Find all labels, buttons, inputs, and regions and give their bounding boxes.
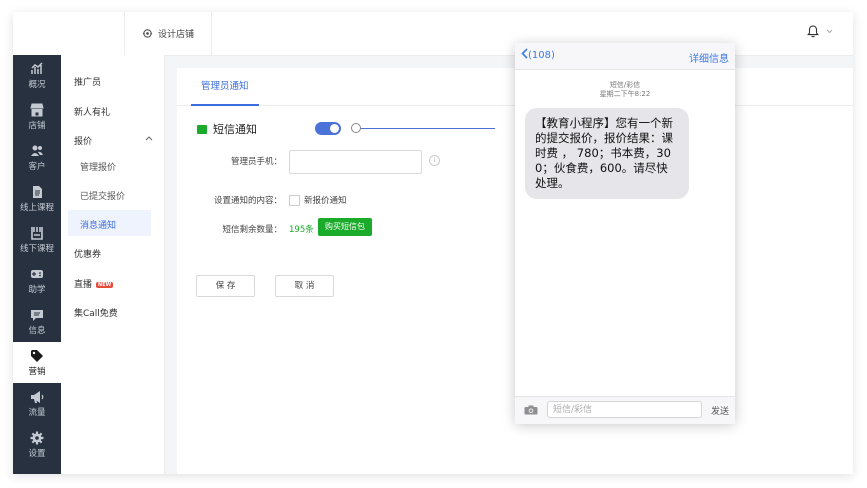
nav-label: 设置 <box>28 448 46 459</box>
meta-type: 短信/彩信 <box>609 81 641 89</box>
new-quote-checkbox[interactable] <box>289 195 300 206</box>
save-button[interactable]: 保 存 <box>196 275 255 297</box>
store-label: 设计店铺 <box>157 30 194 40</box>
subnav-item-submitted-quote[interactable]: 已提交报价 <box>80 189 125 202</box>
message-meta: 短信/彩信 星期二下午8:22 <box>515 81 735 99</box>
remaining-count: 195条 <box>289 225 314 235</box>
design-store-icon <box>142 29 153 38</box>
marketing-subnav: 推广员 新人有礼 报价 管理报价 已提交报价 消息通知 优惠券 直播 NEW 集C… <box>61 55 165 474</box>
nav-item-settings[interactable]: 设置 <box>13 424 61 465</box>
nav-label: 概况 <box>28 79 46 90</box>
nav-item-marketing[interactable]: 营销 <box>13 342 61 383</box>
nav-label: 店铺 <box>28 120 46 131</box>
phone-label: 管理员手机： <box>230 157 282 167</box>
nav-label: 线下课程 <box>19 243 54 254</box>
nav-item-study-help[interactable]: 助学 <box>13 260 61 301</box>
subnav-item-new-gift[interactable]: 新人有礼 <box>74 105 110 118</box>
gamepad-icon <box>31 269 43 278</box>
slider-track <box>359 128 495 129</box>
buy-sms-button[interactable]: 购买短信包 <box>318 218 372 236</box>
sms-preview-phone: (108) 详细信息 短信/彩信 星期二下午8:22 【教育小程序】您有一个新的… <box>515 43 735 424</box>
subnav-item-message-notice[interactable]: 消息通知 <box>80 218 116 231</box>
main-nav: 概况 店铺 客户 线上课程 线下课程 助学 信息 营销 流量 设置 <box>13 55 61 474</box>
megaphone-icon <box>31 390 44 403</box>
offline-course-icon <box>31 226 43 240</box>
gear-icon <box>30 431 44 444</box>
nav-item-customers[interactable]: 客户 <box>13 137 61 178</box>
nav-item-message[interactable]: 信息 <box>13 301 61 342</box>
slider-knob[interactable] <box>351 123 361 133</box>
customers-icon <box>31 145 43 156</box>
new-quote-label: 新报价通知 <box>304 196 347 206</box>
send-button[interactable]: 发送 <box>711 404 729 417</box>
phone-footer: 短信/彩信 发送 <box>515 396 735 424</box>
bell-icon <box>807 25 819 38</box>
sms-icon <box>197 124 207 134</box>
sms-title-label: 短信通知 <box>213 123 257 136</box>
cancel-button[interactable]: 取 消 <box>275 275 334 297</box>
sms-compose-input[interactable]: 短信/彩信 <box>547 401 702 418</box>
nav-label: 流量 <box>28 407 46 418</box>
nav-label: 客户 <box>28 161 46 172</box>
meta-time: 星期二下午8:22 <box>599 90 651 98</box>
notify-content-label: 设置通知的内容： <box>213 196 282 206</box>
nav-item-overview[interactable]: 概况 <box>13 55 61 96</box>
nav-label: 线上课程 <box>19 202 54 213</box>
remaining-label: 短信剩余数量： <box>222 225 282 235</box>
admin-phone-input[interactable] <box>289 150 422 174</box>
notification-area[interactable] <box>807 25 833 38</box>
nav-label: 信息 <box>28 325 46 336</box>
new-badge: NEW <box>96 281 114 288</box>
message-bubble: 【教育小程序】您有一个新的提交报价，报价结果：课时费 ， 780；书本费，300… <box>525 108 689 199</box>
subnav-item-manage-quote[interactable]: 管理报价 <box>80 160 116 173</box>
message-icon <box>31 309 43 321</box>
app-window: 设计店铺 概况 店铺 客户 线上课程 线下课程 助学 信息 营销 流量 设置 推… <box>13 12 853 474</box>
subnav-item-coupon[interactable]: 优惠券 <box>74 247 101 260</box>
subnav-item-quote[interactable]: 报价 <box>74 134 92 147</box>
phone-header: (108) 详细信息 <box>515 43 735 70</box>
chevron-down-icon <box>826 29 833 34</box>
nav-item-online-course[interactable]: 线上课程 <box>13 178 61 219</box>
chevron-left-icon <box>521 48 528 59</box>
nav-item-store[interactable]: 店铺 <box>13 96 61 137</box>
info-icon[interactable]: i <box>429 155 440 166</box>
online-course-icon <box>33 185 42 198</box>
back-count: (108) <box>528 50 555 61</box>
subnav-item-promoter[interactable]: 推广员 <box>74 75 101 88</box>
nav-label: 营销 <box>28 366 46 377</box>
live-label: 直播 <box>74 280 93 290</box>
nav-item-offline-course[interactable]: 线下课程 <box>13 219 61 260</box>
chevron-up-icon[interactable] <box>145 135 153 141</box>
nav-item-traffic[interactable]: 流量 <box>13 383 61 424</box>
camera-icon[interactable] <box>524 405 538 415</box>
subnav-item-live[interactable]: 直播 NEW <box>74 277 114 290</box>
tag-icon <box>31 349 43 362</box>
store-icon <box>30 103 44 116</box>
back-button[interactable]: (108) <box>521 48 555 61</box>
nav-label: 助学 <box>28 284 46 295</box>
sms-toggle[interactable] <box>315 122 341 135</box>
sms-notice-title: 短信通知 <box>197 121 257 137</box>
chart-icon <box>31 61 43 74</box>
subnav-item-call-free[interactable]: 集Call免费 <box>74 306 118 319</box>
detail-link[interactable]: 详细信息 <box>689 50 729 65</box>
tab-admin-notice[interactable]: 管理员通知 <box>191 68 259 106</box>
store-switcher[interactable]: 设计店铺 <box>124 12 212 55</box>
